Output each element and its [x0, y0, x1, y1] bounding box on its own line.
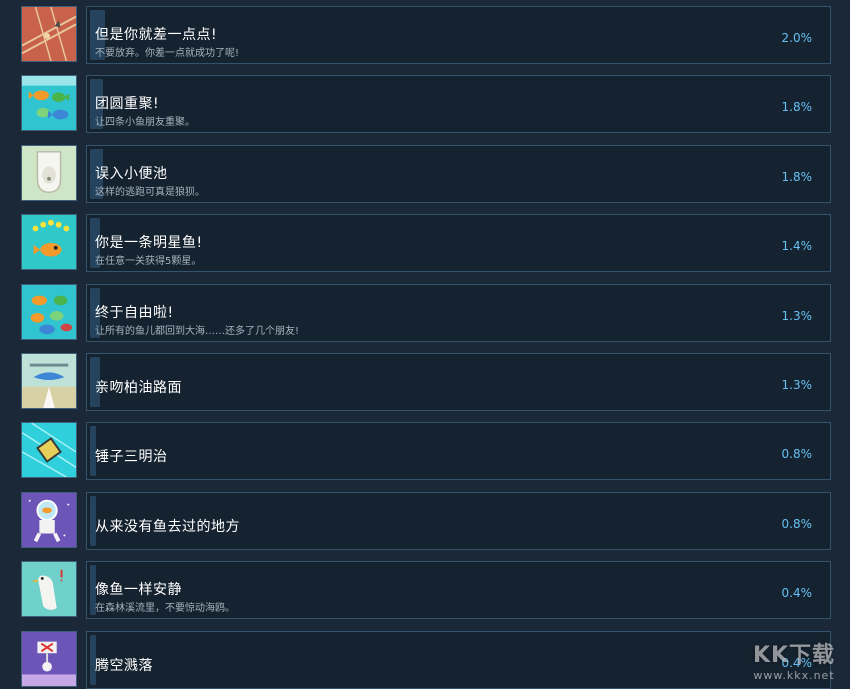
- achievement-card: 你是一条明星鱼! 在任意一关获得5颗星。 1.4%: [86, 214, 831, 272]
- seagull-icon: [21, 561, 77, 617]
- achievement-row[interactable]: 锤子三明治 0.8%: [0, 422, 850, 480]
- unlock-percentage: 1.3%: [781, 309, 813, 323]
- unlock-percentage: 1.8%: [781, 170, 813, 184]
- achievement-card: 像鱼一样安静在森林溪流里，不要惊动海鸥。 0.4%: [86, 561, 831, 619]
- space-splash-icon: [21, 631, 77, 687]
- achievement-card: 但是你就差一点点! 不要放弃。你差一点就成功了呢! 2.0%: [86, 6, 831, 64]
- achievement-card: 从来没有鱼去过的地方 0.8%: [86, 492, 831, 550]
- achievement-title: 终于自由啦!: [95, 305, 174, 321]
- achievement-description: 这样的逃跑可真是狼狈。: [95, 187, 205, 198]
- achievement-description: 在森林溪流里，不要惊动海鸥。: [95, 603, 235, 614]
- achievement-card: 腾空溅落 0.4%: [86, 631, 831, 689]
- achievement-row[interactable]: 腾空溅落 0.4%: [0, 631, 850, 689]
- unlock-percentage: 0.4%: [781, 656, 813, 670]
- achievement-title: 腾空溅落: [95, 658, 153, 674]
- achievement-card: 亲吻柏油路面 1.3%: [86, 353, 831, 411]
- achievement-card: 团圆重聚! 让四条小鱼朋友重聚。 1.8%: [86, 75, 831, 133]
- achievement-row[interactable]: 你是一条明星鱼! 在任意一关获得5颗星。 1.4%: [0, 214, 850, 272]
- achievement-title: 锤子三明治: [95, 449, 168, 465]
- achievement-row[interactable]: 误入小便池这样的逃跑可真是狼狈。 1.8%: [0, 145, 850, 203]
- achievement-title: 但是你就差一点点!: [95, 27, 218, 43]
- unlock-percentage: 1.8%: [781, 100, 813, 114]
- achievement-row[interactable]: 像鱼一样安静在森林溪流里，不要惊动海鸥。 0.4%: [0, 561, 850, 619]
- unlock-percentage: 0.8%: [781, 517, 813, 531]
- fish-reunion-icon: [21, 75, 77, 131]
- unlock-percentage: 0.8%: [781, 447, 813, 461]
- unlock-percentage: 1.3%: [781, 378, 813, 392]
- achievement-title: 亲吻柏油路面: [95, 380, 182, 396]
- achievement-title: 从来没有鱼去过的地方: [95, 519, 240, 535]
- achievement-list: 但是你就差一点点! 不要放弃。你差一点就成功了呢! 2.0% 团圆重聚! 让四条小鱼朋友…: [0, 0, 850, 689]
- achievement-row[interactable]: 从来没有鱼去过的地方 0.8%: [0, 492, 850, 550]
- unlock-percentage: 1.4%: [781, 239, 813, 253]
- free-fish-icon: [21, 284, 77, 340]
- achievement-card: 锤子三明治 0.8%: [86, 422, 831, 480]
- astronaut-fish-icon: [21, 492, 77, 548]
- achievement-title: 团圆重聚!: [95, 96, 160, 112]
- achievement-title: 误入小便池: [95, 166, 168, 182]
- road-plane-icon: [21, 353, 77, 409]
- urinal-icon: [21, 145, 77, 201]
- unlock-percentage: 0.4%: [781, 586, 813, 600]
- achievement-row[interactable]: 亲吻柏油路面 1.3%: [0, 353, 850, 411]
- achievement-title: 你是一条明星鱼!: [95, 235, 203, 251]
- achievement-description: 让所有的鱼儿都回到大海……还多了几个朋友!: [95, 326, 300, 337]
- achievement-description: 在任意一关获得5颗星。: [95, 256, 202, 267]
- achievement-row[interactable]: 团圆重聚! 让四条小鱼朋友重聚。 1.8%: [0, 75, 850, 133]
- star-fish-icon: [21, 214, 77, 270]
- achievement-description: 不要放弃。你差一点就成功了呢!: [95, 48, 240, 59]
- achievement-row[interactable]: 终于自由啦! 让所有的鱼儿都回到大海……还多了几个朋友! 1.3%: [0, 284, 850, 342]
- sandwich-icon: [21, 422, 77, 478]
- achievement-description: 让四条小鱼朋友重聚。: [95, 117, 195, 128]
- achievement-title: 像鱼一样安静: [95, 582, 182, 598]
- achievement-row[interactable]: 但是你就差一点点! 不要放弃。你差一点就成功了呢! 2.0%: [0, 6, 850, 64]
- unlock-percentage: 2.0%: [781, 31, 813, 45]
- achievement-card: 终于自由啦! 让所有的鱼儿都回到大海……还多了几个朋友! 1.3%: [86, 284, 831, 342]
- achievement-card: 误入小便池这样的逃跑可真是狼狈。 1.8%: [86, 145, 831, 203]
- hopscotch-icon: [21, 6, 77, 62]
